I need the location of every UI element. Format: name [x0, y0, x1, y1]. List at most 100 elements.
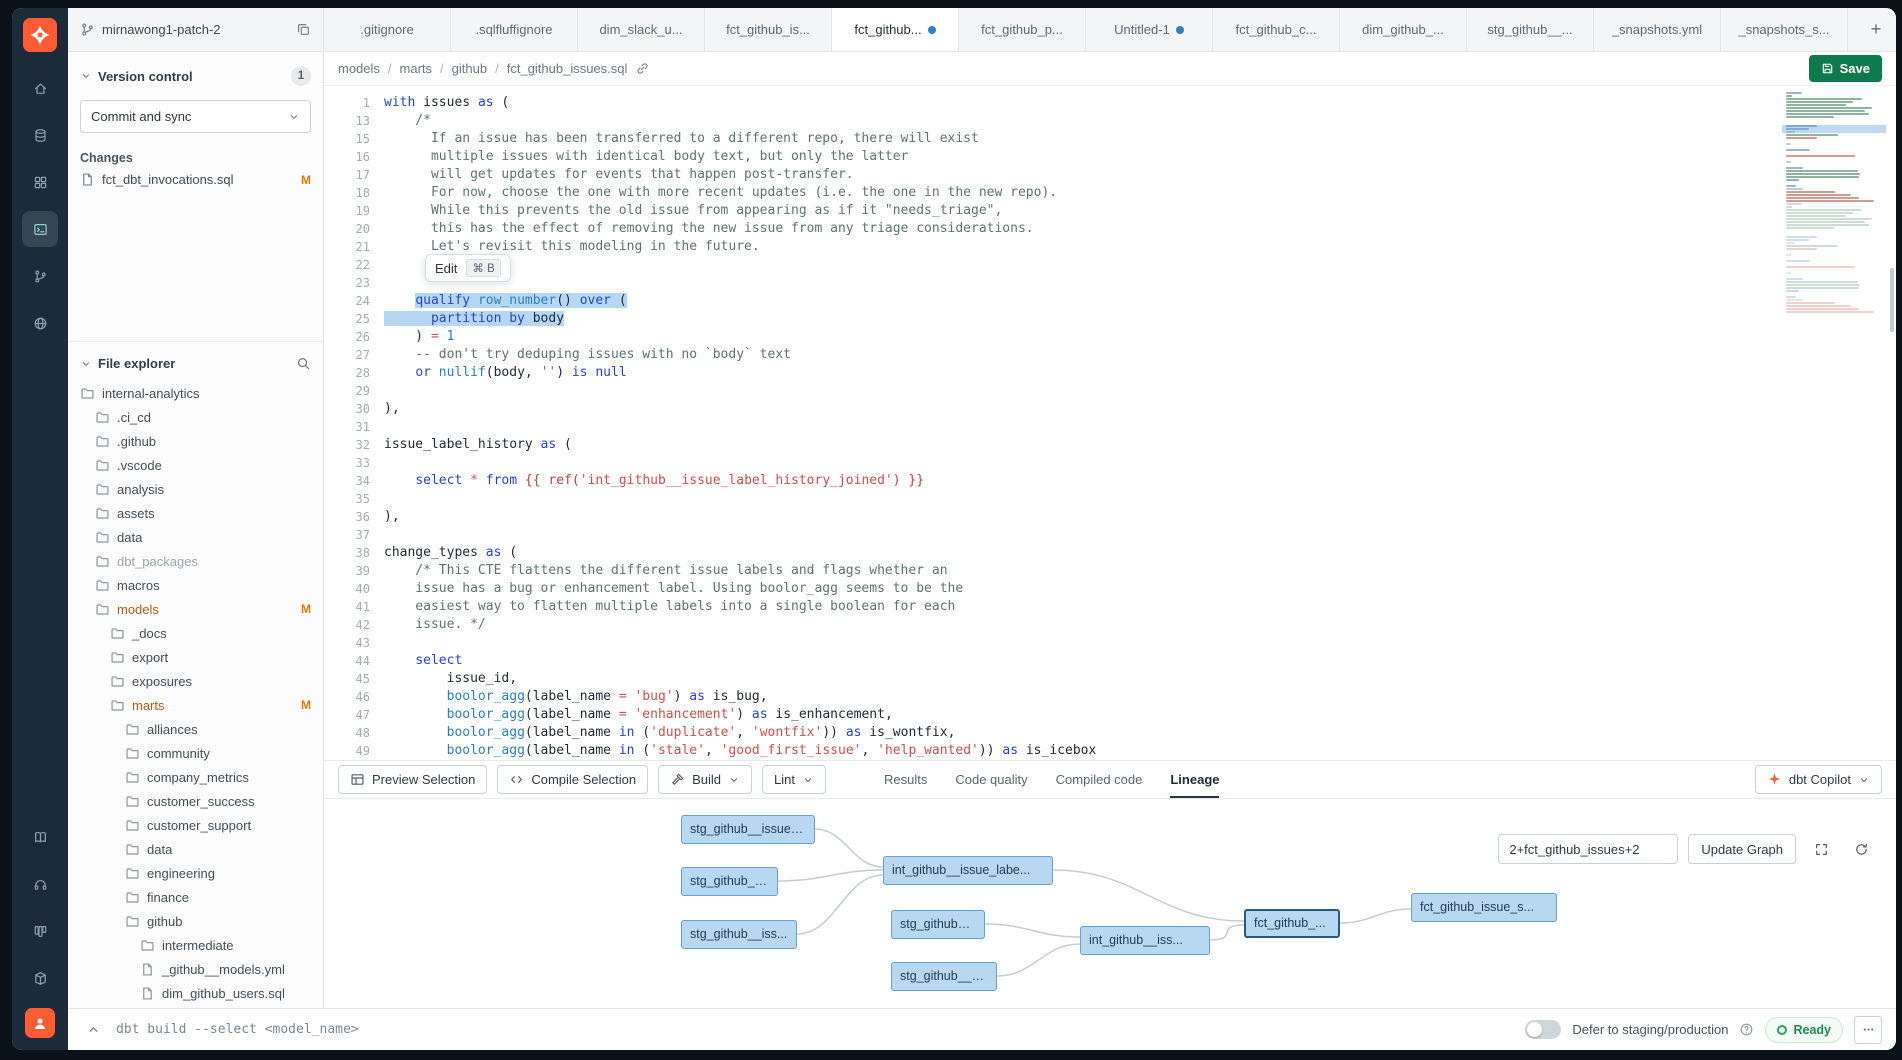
tree-item-_docs[interactable]: _docs — [68, 621, 323, 645]
tree-item-finance[interactable]: finance — [68, 885, 323, 909]
editor-tab[interactable]: _snapshots_s... — [1721, 8, 1848, 51]
lineage-node[interactable]: stg_github__... — [681, 867, 778, 896]
breadcrumb-segment[interactable]: github — [452, 61, 487, 76]
tree-item-dim_github_users.sql[interactable]: dim_github_users.sql — [68, 981, 323, 1005]
lineage-selector-input[interactable] — [1498, 834, 1678, 864]
code-line[interactable]: 40 issue has a bug or enhancement label.… — [324, 580, 1896, 598]
tree-item-customer_success[interactable]: customer_success — [68, 789, 323, 813]
code-line[interactable]: 1with issues as ( — [324, 94, 1896, 112]
tree-item-data[interactable]: data — [68, 525, 323, 549]
copy-branch-icon[interactable] — [296, 22, 311, 37]
breadcrumb-segment[interactable]: models — [338, 61, 380, 76]
tree-item-alliances[interactable]: alliances — [68, 717, 323, 741]
code-line[interactable]: 48 boolor_agg(label_name in ('duplicate'… — [324, 724, 1896, 742]
user-avatar[interactable] — [25, 1008, 55, 1038]
lineage-node[interactable]: int_github__iss... — [1080, 926, 1210, 955]
code-line[interactable]: 16 multiple issues with identical body t… — [324, 148, 1896, 166]
code-line[interactable]: 39 /* This CTE flattens the different is… — [324, 562, 1896, 580]
code-line[interactable]: 15 If an issue has been transferred to a… — [324, 130, 1896, 148]
tree-item-exposures[interactable]: exposures — [68, 669, 323, 693]
editor-tab[interactable]: .gitignore — [324, 8, 451, 51]
tree-item-dbt_packages[interactable]: dbt_packages — [68, 549, 323, 573]
toolbar-button-lint[interactable]: Lint — [762, 765, 826, 794]
tree-item-models[interactable]: modelsM — [68, 597, 323, 621]
code-line[interactable]: 41 easiest way to flatten multiple label… — [324, 598, 1896, 616]
code-line[interactable]: 20 this has the effect of removing the n… — [324, 220, 1896, 238]
code-line[interactable]: 38change_types as ( — [324, 544, 1896, 562]
lineage-node[interactable]: fct_github_issue_s... — [1411, 893, 1557, 922]
status-badge[interactable]: Ready — [1765, 1017, 1843, 1043]
code-line[interactable]: 29 — [324, 382, 1896, 400]
code-line[interactable]: 36), — [324, 508, 1896, 526]
code-line[interactable]: 47 boolor_agg(label_name = 'enhancement'… — [324, 706, 1896, 724]
editor-tab[interactable]: dim_slack_u... — [578, 8, 705, 51]
code-editor[interactable]: 1with issues as (13 /*15 If an issue has… — [324, 86, 1896, 760]
code-line[interactable]: 19 While this prevents the old issue fro… — [324, 202, 1896, 220]
lineage-node[interactable]: stg_github__iss... — [681, 920, 797, 949]
code-line[interactable]: 42 issue. */ — [324, 616, 1896, 634]
code-line[interactable]: 37 — [324, 526, 1896, 544]
editor-tab[interactable]: _snapshots.yml — [1594, 8, 1721, 51]
code-line[interactable]: 43 — [324, 634, 1896, 652]
update-graph-button[interactable]: Update Graph — [1688, 834, 1796, 864]
fullscreen-button[interactable] — [1806, 834, 1836, 864]
expand-command-bar-button[interactable] — [82, 1019, 104, 1041]
tree-item-export[interactable]: export — [68, 645, 323, 669]
code-line[interactable]: 17 will get updates for events that happ… — [324, 166, 1896, 184]
dbt-copilot-button[interactable]: dbt Copilot — [1755, 765, 1882, 794]
breadcrumb-segment[interactable]: fct_github_issues.sql — [507, 61, 628, 76]
new-tab-button[interactable]: + — [1856, 8, 1896, 51]
editor-tab[interactable]: dim_github_... — [1340, 8, 1467, 51]
lineage-node[interactable]: stg_github__re... — [891, 962, 997, 991]
rail-item-apps[interactable] — [22, 164, 58, 200]
changed-file-item[interactable]: fct_dbt_invocations.sqlM — [68, 169, 323, 190]
rail-item-deploy[interactable] — [22, 117, 58, 153]
copy-file-link-icon[interactable] — [635, 61, 650, 76]
result-tab-lineage[interactable]: Lineage — [1170, 761, 1219, 798]
code-line[interactable]: 27 -- don't try deduping issues with no … — [324, 346, 1896, 364]
rail-item-changelog[interactable] — [22, 960, 58, 996]
rail-item-version-control[interactable] — [22, 258, 58, 294]
rail-item-boards[interactable] — [22, 913, 58, 949]
edit-tooltip[interactable]: Edit ⌘ B — [425, 254, 511, 282]
tree-item-engineering[interactable]: engineering — [68, 861, 323, 885]
tree-item-intermediate[interactable]: intermediate — [68, 933, 323, 957]
breadcrumb-segment[interactable]: marts — [400, 61, 433, 76]
refresh-graph-button[interactable] — [1846, 834, 1876, 864]
chevron-down-icon[interactable] — [80, 70, 92, 82]
rail-item-develop[interactable] — [22, 211, 58, 247]
code-line[interactable]: 13 /* — [324, 112, 1896, 130]
search-icon[interactable] — [296, 356, 311, 371]
tree-item-internal-analytics[interactable]: internal-analytics — [68, 381, 323, 405]
editor-tab[interactable]: fct_github... — [832, 8, 959, 51]
commit-and-sync-button[interactable]: Commit and sync — [80, 100, 311, 133]
toolbar-button-build[interactable]: Build — [658, 765, 752, 794]
code-line[interactable]: 35 — [324, 490, 1896, 508]
tree-item-.github[interactable]: .github — [68, 429, 323, 453]
lineage-node[interactable]: stg_github__... — [891, 910, 985, 939]
lineage-node[interactable]: stg_github__issue_... — [681, 815, 815, 844]
code-line[interactable]: 31 — [324, 418, 1896, 436]
tree-item-marts[interactable]: martsM — [68, 693, 323, 717]
chevron-down-icon[interactable] — [80, 358, 92, 370]
save-button[interactable]: Save — [1809, 55, 1882, 82]
code-line[interactable]: 45 issue_id, — [324, 670, 1896, 688]
tree-item-.ci_cd[interactable]: .ci_cd — [68, 405, 323, 429]
code-line[interactable]: 22 — [324, 256, 1896, 274]
code-line[interactable]: 24 qualify row_number() over ( — [324, 292, 1896, 310]
tree-item-_github__models.yml[interactable]: _github__models.yml — [68, 957, 323, 981]
tree-item-analysis[interactable]: analysis — [68, 477, 323, 501]
editor-tab[interactable]: stg_github__... — [1467, 8, 1594, 51]
result-tab-results[interactable]: Results — [884, 761, 927, 798]
rail-item-home[interactable] — [22, 70, 58, 106]
rail-item-support[interactable] — [22, 866, 58, 902]
dbt-logo[interactable] — [23, 18, 57, 52]
code-line[interactable]: 49 boolor_agg(label_name in ('stale', 'g… — [324, 742, 1896, 760]
code-line[interactable]: 34 select * from {{ ref('int_github__iss… — [324, 472, 1896, 490]
code-line[interactable]: 26 ) = 1 — [324, 328, 1896, 346]
editor-tab[interactable]: .sqlfluffignore — [451, 8, 578, 51]
code-line[interactable]: 44 select — [324, 652, 1896, 670]
minimap[interactable] — [1786, 92, 1882, 314]
editor-tab[interactable]: Untitled-1 — [1086, 8, 1213, 51]
tree-item-assets[interactable]: assets — [68, 501, 323, 525]
